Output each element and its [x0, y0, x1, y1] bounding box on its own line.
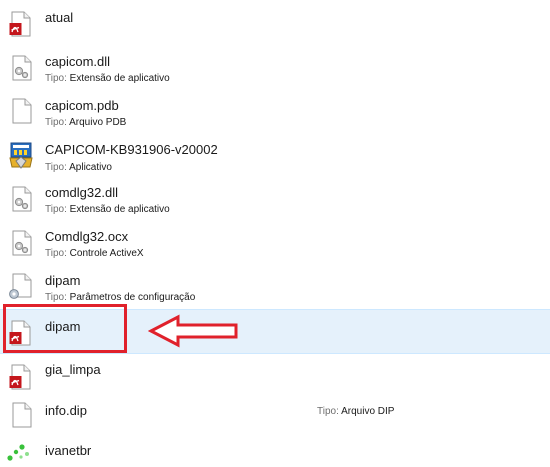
file-type: Tipo: Controle ActiveX [45, 248, 144, 259]
file-list: atual capicom.dll Tipo: Extensão de apli… [0, 0, 550, 463]
file-row-gia-limpa[interactable]: gia_limpa [0, 356, 550, 396]
file-row-dipam-pdf[interactable]: dipam [0, 309, 550, 354]
file-name: capicom.dll [45, 54, 111, 69]
file-name: atual [45, 10, 74, 25]
file-row-info-dip[interactable]: info.dip Tipo: Arquivo DIP [0, 398, 550, 432]
file-type: Tipo: Extensão de aplicativo [45, 204, 170, 215]
file-name: info.dip [45, 403, 87, 418]
file-row-ivanetbr[interactable]: ivanetbr [0, 438, 550, 463]
gear-file-icon [10, 55, 34, 81]
file-type: Tipo: Parâmetros de configuração [45, 292, 196, 303]
file-row-comdlg32-ocx[interactable]: Comdlg32.ocx Tipo: Controle ActiveX [0, 225, 550, 263]
file-name: dipam [45, 273, 81, 288]
file-type: Tipo: Arquivo PDB [45, 117, 127, 128]
file-name: comdlg32.dll [45, 185, 118, 200]
file-name: gia_limpa [45, 362, 101, 377]
pdf-document-icon [9, 320, 33, 346]
config-file-icon [8, 273, 32, 299]
file-name: CAPICOM-KB931906-v20002 [45, 142, 218, 157]
file-type: Tipo: Arquivo DIP [317, 406, 395, 417]
gear-file-icon [10, 230, 34, 256]
green-dots-icon [6, 441, 30, 467]
pdf-document-icon [9, 364, 33, 390]
pdf-document-icon [9, 11, 33, 37]
file-name: dipam [45, 319, 81, 334]
file-row-capicom-installer[interactable]: CAPICOM-KB931906-v20002 Tipo: Aplicativo [0, 137, 550, 175]
file-name: capicom.pdb [45, 98, 119, 113]
file-name: ivanetbr [45, 443, 92, 458]
file-name: Comdlg32.ocx [45, 229, 129, 244]
file-row-comdlg32-dll[interactable]: comdlg32.dll Tipo: Extensão de aplicativ… [0, 181, 550, 219]
file-type: Tipo: Extensão de aplicativo [45, 73, 170, 84]
blank-file-icon [10, 402, 34, 428]
file-row-atual[interactable]: atual [0, 0, 550, 44]
file-row-capicom-dll[interactable]: capicom.dll Tipo: Extensão de aplicativo [0, 50, 550, 88]
installer-icon [8, 141, 33, 169]
file-type: Tipo: Aplicativo [45, 162, 112, 173]
file-row-dipam-config[interactable]: dipam Tipo: Parâmetros de configuração [0, 268, 550, 306]
gear-file-icon [10, 186, 34, 212]
file-row-capicom-pdb[interactable]: capicom.pdb Tipo: Arquivo PDB [0, 93, 550, 131]
blank-file-icon [10, 98, 34, 124]
